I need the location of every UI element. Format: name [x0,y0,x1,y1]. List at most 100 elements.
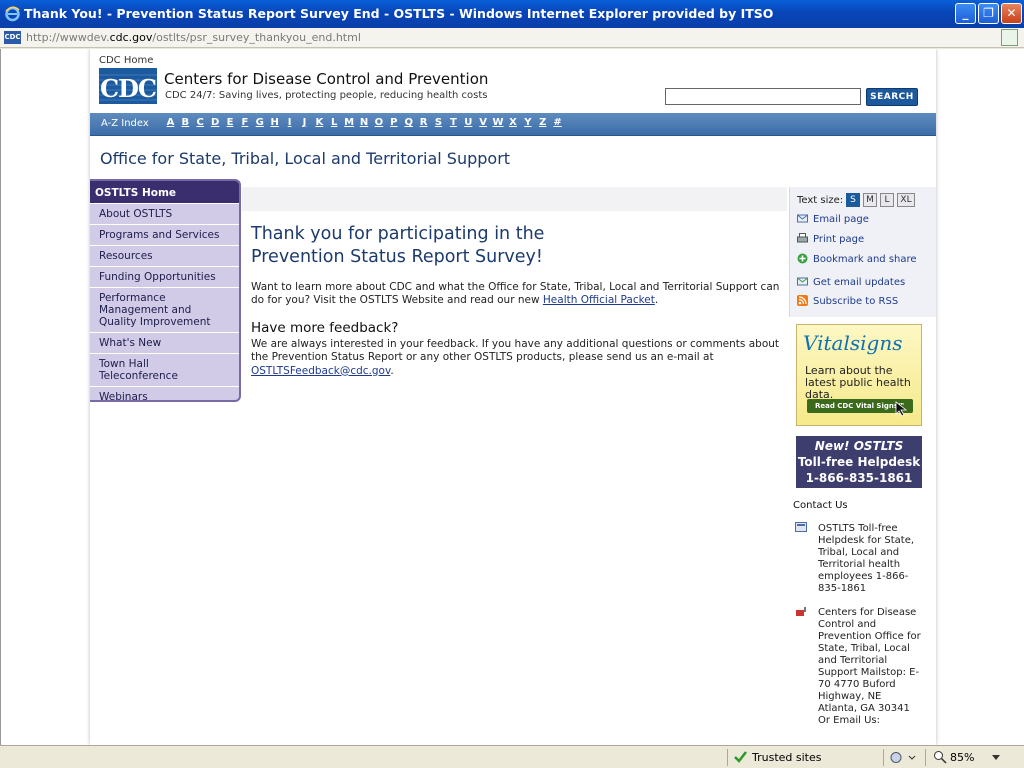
window-title: Thank You! - Prevention Status Report Su… [24,6,774,21]
az-letter-a[interactable]: A [163,117,178,128]
email-updates-label: Get email updates [813,277,906,288]
compatibility-view-icon[interactable] [1001,29,1018,46]
page-viewport: CDC Home CDC Centers for Disease Control… [0,49,1024,745]
az-index-label[interactable]: A-Z Index [101,118,149,129]
maximize-button[interactable]: ❐ [978,3,999,24]
intro-text: Want to learn more about CDC and what th… [251,281,780,306]
nav-item-resources[interactable]: Resources [90,245,239,266]
nav-item-programs[interactable]: Programs and Services [90,224,239,245]
az-index-bar: A-Z Index A B C D E F G H I J K L M N O P Q R S T U V W X Y Z # [90,113,936,136]
nav-item-whats-new[interactable]: What's New [90,332,239,353]
vital-brand-b: signs [849,331,903,355]
az-letter-t[interactable]: T [446,117,461,128]
url-prefix: http://wwwdev. [26,31,110,44]
rss-link[interactable]: Subscribe to RSS [797,295,898,307]
az-letter-hash[interactable]: # [550,117,565,128]
add-icon [797,253,808,264]
az-letter-c[interactable]: C [193,117,208,128]
url-field[interactable]: http://wwwdev.cdc.gov/ostlts/psr_survey_… [26,31,361,44]
az-letter-e[interactable]: E [223,117,238,128]
email-updates-icon [797,277,808,286]
cursor-arrow-icon [895,401,908,417]
nav-item-webinars[interactable]: Webinars [90,386,239,400]
close-button[interactable]: ✕ [1001,3,1022,24]
email-icon [797,214,808,223]
az-letter-l[interactable]: L [327,117,342,128]
cdc-logo[interactable]: CDC [99,68,157,104]
chevron-down-icon[interactable] [992,755,1000,760]
text-size-l[interactable]: L [880,193,894,207]
az-letter-o[interactable]: O [371,117,386,128]
az-letter-y[interactable]: Y [520,117,535,128]
cdc-home-link[interactable]: CDC Home [99,55,153,66]
status-divider [727,749,728,766]
az-letter-v[interactable]: V [476,117,491,128]
feedback-paragraph: We are always interested in your feedbac… [251,338,791,378]
contact-phone-block: OSTLTS Toll-free Helpdesk for State, Tri… [818,523,915,594]
az-letter-b[interactable]: B [178,117,193,128]
az-letter-g[interactable]: G [252,117,267,128]
az-letter-h[interactable]: H [267,117,282,128]
mailbox-icon [796,607,806,616]
vital-signs-logo: Vitalsigns [803,331,902,355]
phone-icon [795,522,807,532]
zoom-level[interactable]: 85% [950,751,974,764]
az-letter-n[interactable]: N [357,117,372,128]
az-letter-d[interactable]: D [208,117,223,128]
az-letter-j[interactable]: J [297,117,312,128]
site-favicon-icon: CDC [4,31,21,44]
az-letter-s[interactable]: S [431,117,446,128]
search-input[interactable] [665,88,861,105]
feedback-email-link[interactable]: OSTLTSFeedback@cdc.gov [251,365,390,377]
email-updates-link[interactable]: Get email updates [797,276,905,288]
left-navigation: OSTLTS Home About OSTLTS Programs and Se… [90,179,241,402]
org-name: Centers for Disease Control and Preventi… [164,70,489,88]
text-size-xl[interactable]: XL [897,193,915,207]
az-letter-x[interactable]: X [505,117,520,128]
rss-icon [797,295,808,306]
feedback-end: . [390,364,394,377]
az-letter-k[interactable]: K [312,117,327,128]
nav-item-about[interactable]: About OSTLTS [90,203,239,224]
az-letter-i[interactable]: I [282,117,297,128]
rss-label: Subscribe to RSS [813,296,899,307]
status-bar: Trusted sites 85% [0,745,1024,768]
nav-item-funding[interactable]: Funding Opportunities [90,266,239,287]
vital-signs-banner[interactable]: Vitalsigns Learn about the latest public… [796,324,922,426]
address-bar[interactable]: CDC http://wwwdev.cdc.gov/ostlts/psr_sur… [0,28,1024,48]
status-divider [925,749,926,766]
az-letter-u[interactable]: U [461,117,476,128]
intro-end: . [654,294,659,306]
text-size-label: Text size: [797,195,844,206]
az-letters: A B C D E F G H I J K L M N O P Q R S T U V W X Y Z # [163,117,565,128]
url-domain: cdc.gov [109,31,153,44]
bookmark-share-link[interactable]: Bookmark and share [797,253,917,265]
url-path: /ostlts/psr_survey_thankyou_end.html [152,31,361,44]
health-official-packet-link[interactable]: Health Official Packet [543,294,655,306]
email-page-label: Email page [813,214,869,225]
email-page-link[interactable]: Email page [797,213,869,225]
vital-signs-tagline: Learn about the latest public health dat… [805,364,911,401]
az-letter-f[interactable]: F [237,117,252,128]
az-letter-q[interactable]: Q [401,117,416,128]
text-size-s[interactable]: S [846,193,860,207]
minimize-button[interactable]: _ [955,3,976,24]
page-tools: Text size: S M L XL Email page Print pag… [789,187,936,317]
nav-item-performance[interactable]: Performance Management and Quality Impro… [90,287,239,332]
contact-us-heading: Contact Us [793,500,848,511]
az-letter-p[interactable]: P [386,117,401,128]
office-title: Office for State, Tribal, Local and Terr… [100,149,511,168]
search-button[interactable]: SEARCH [866,88,918,106]
nav-item-town-hall[interactable]: Town Hall Teleconference [90,353,239,386]
text-size-m[interactable]: M [863,193,877,207]
az-letter-m[interactable]: M [342,117,357,128]
nav-ostlts-home[interactable]: OSTLTS Home [90,181,239,203]
az-letter-w[interactable]: W [491,117,506,128]
security-zone[interactable]: Trusted sites [752,751,822,764]
feedback-text: We are always interested in your feedbac… [251,338,780,364]
az-letter-z[interactable]: Z [535,117,550,128]
helpdesk-banner[interactable]: New! OSTLTS Toll-free Helpdesk 1-866-835… [796,436,922,488]
az-letter-r[interactable]: R [416,117,431,128]
print-page-link[interactable]: Print page [797,233,864,245]
protected-mode-icon[interactable] [890,751,916,764]
